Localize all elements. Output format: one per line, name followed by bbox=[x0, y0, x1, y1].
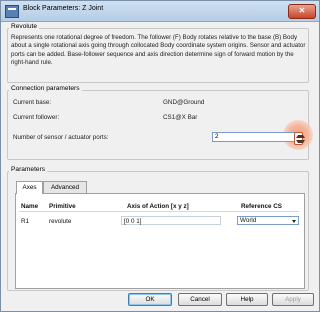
chevron-down-icon[interactable] bbox=[292, 220, 296, 223]
dialog-window: Block Parameters: Z Joint ✕ Revolute Rep… bbox=[0, 0, 320, 312]
connection-parameters-group bbox=[7, 90, 309, 160]
row-name-cell: R1 bbox=[21, 218, 30, 225]
block-parameters-icon bbox=[5, 5, 19, 18]
parameters-title: Parameters bbox=[9, 166, 48, 173]
column-header-axis: Axis of Action [x y z] bbox=[127, 203, 189, 210]
column-header-primitive: Primitive bbox=[49, 203, 76, 210]
tab-advanced[interactable]: Advanced bbox=[43, 181, 87, 193]
table-divider bbox=[19, 211, 299, 212]
row-axis-cell[interactable]: [0 0 1] bbox=[124, 218, 142, 225]
row-primitive-cell[interactable]: revolute bbox=[49, 218, 71, 225]
ports-count-input[interactable]: 2 bbox=[212, 132, 296, 142]
current-base-label: Current base: bbox=[13, 99, 52, 106]
column-header-name: Name bbox=[21, 203, 39, 210]
reference-cs-select[interactable]: World bbox=[237, 216, 299, 225]
help-button[interactable]: Help bbox=[226, 293, 268, 306]
spinner-arrows-icon[interactable] bbox=[294, 132, 305, 145]
revolute-group-title: Revolute bbox=[9, 23, 40, 30]
title-bar[interactable]: Block Parameters: Z Joint ✕ bbox=[1, 1, 319, 22]
reference-cs-value: World bbox=[240, 217, 257, 224]
tab-axes[interactable]: Axes bbox=[16, 181, 43, 194]
connection-parameters-title: Connection parameters bbox=[9, 85, 82, 92]
column-header-reference: Reference CS bbox=[241, 203, 282, 210]
block-description: Represents one rotational degree of free… bbox=[11, 34, 306, 66]
axes-tab-panel: Name Primitive Axis of Action [x y z] Re… bbox=[15, 193, 305, 289]
cancel-button[interactable]: Cancel bbox=[178, 293, 222, 306]
spin-up-icon[interactable] bbox=[296, 135, 305, 138]
close-button[interactable]: ✕ bbox=[288, 4, 316, 19]
window-title: Block Parameters: Z Joint bbox=[23, 5, 104, 12]
ok-button[interactable]: OK bbox=[128, 293, 172, 306]
apply-button[interactable]: Apply bbox=[272, 293, 314, 306]
current-follower-label: Current follower: bbox=[13, 114, 60, 121]
spin-down-icon[interactable] bbox=[296, 140, 305, 143]
ports-label: Number of sensor / actuator ports: bbox=[13, 134, 109, 141]
current-base-value: GND@Ground bbox=[163, 99, 205, 106]
current-follower-value: CS1@X Bar bbox=[163, 114, 198, 121]
